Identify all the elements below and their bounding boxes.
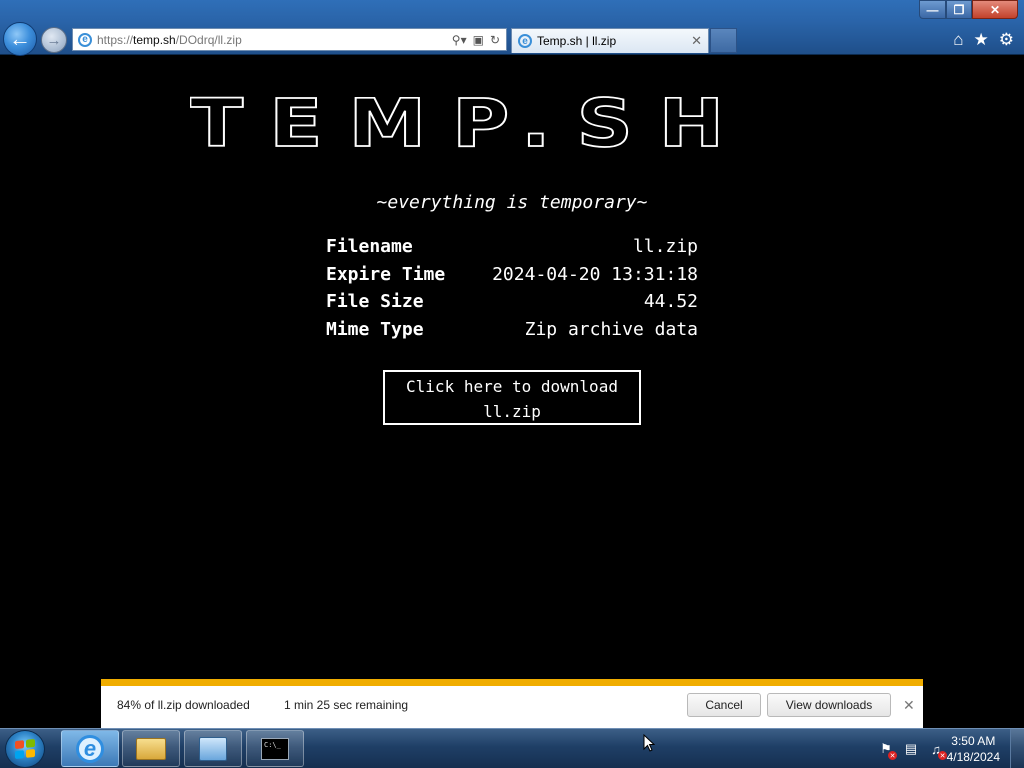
home-icon[interactable]: ⌂ — [953, 30, 963, 50]
star-icon[interactable]: ★ — [974, 30, 989, 50]
system-tray: ⚑ ✕ ▤ ♫ ✕ — [878, 741, 947, 760]
command-prompt-icon: C:\_ — [261, 737, 289, 760]
download-status: 84% of ll.zip downloaded — [117, 698, 250, 712]
info-key: Filename — [326, 236, 413, 258]
close-window-button[interactable]: ✕ — [972, 0, 1018, 19]
info-row-file-size: File Size 44.52 — [326, 288, 698, 316]
browser-chrome: ← → e https://temp.sh/DOdrq/ll.zip ⚲▾ ▣ … — [0, 0, 1024, 56]
internet-explorer-icon: e — [76, 734, 104, 763]
taskbar-control-panel[interactable] — [184, 730, 242, 767]
info-value: 44.52 — [643, 291, 698, 313]
taskbar-internet-explorer[interactable]: e — [61, 730, 119, 767]
taskbar-command-prompt[interactable]: C:\_ — [246, 730, 304, 767]
address-bar[interactable]: e https://temp.sh/DOdrq/ll.zip ⚲▾ ▣ ↻ — [72, 28, 507, 51]
url-path: /DOdrq/ll.zip — [175, 32, 242, 47]
volume-muted-icon[interactable]: ♫ ✕ — [928, 741, 947, 760]
maximize-button[interactable]: ❐ — [946, 0, 972, 19]
control-panel-icon — [199, 736, 227, 761]
minimize-button[interactable]: — — [919, 0, 946, 19]
clock-date: 4/18/2024 — [946, 750, 1000, 764]
info-row-filename: Filename ll.zip — [326, 233, 698, 261]
back-button[interactable]: ← — [3, 22, 37, 56]
info-key: Expire Time — [326, 263, 446, 285]
compatibility-view-icon[interactable]: ▣ — [473, 33, 484, 47]
network-icon[interactable]: ▤ — [903, 741, 919, 757]
minimize-icon: — — [926, 2, 939, 17]
taskbar: e C:\_ ⚑ ✕ ▤ ♫ ✕ 3:50 AM 4/18/2024 — [0, 728, 1024, 768]
info-key: File Size — [326, 291, 424, 313]
forward-arrow-icon: → — [46, 31, 62, 49]
start-button[interactable] — [5, 730, 45, 768]
new-tab-button[interactable] — [710, 28, 737, 53]
back-arrow-icon: ← — [9, 26, 31, 51]
download-link-line2: ll.zip — [483, 402, 541, 421]
page-content: TEMP.SH ~everything is temporary~ Filena… — [0, 56, 1024, 679]
folder-icon — [136, 737, 166, 760]
tab-close-icon[interactable]: ✕ — [691, 33, 708, 49]
close-icon: ✕ — [989, 2, 1001, 17]
info-value: 2024-04-20 13:31:18 — [492, 263, 698, 285]
taskbar-file-explorer[interactable] — [122, 730, 180, 767]
browser-toolbar: ⌂ ★ ⚙ — [953, 30, 1014, 50]
site-logo: TEMP.SH — [190, 94, 751, 154]
site-favicon-icon: e — [78, 32, 92, 47]
restore-icon: ❐ — [953, 2, 965, 17]
url-domain: temp.sh — [133, 32, 176, 47]
info-key: Mime Type — [326, 318, 424, 340]
download-notification-bar: 84% of ll.zip downloaded 1 min 25 sec re… — [101, 679, 923, 728]
download-link[interactable]: Click here to download ll.zip — [383, 370, 641, 425]
tab-favicon-icon: e — [518, 34, 532, 48]
refresh-icon[interactable]: ↻ — [490, 33, 500, 47]
info-value: ll.zip — [632, 236, 698, 258]
download-link-line1: Click here to download — [406, 377, 618, 396]
cancel-button[interactable]: Cancel — [687, 693, 761, 717]
tab-title: Temp.sh | ll.zip — [537, 34, 617, 48]
info-row-expire-time: Expire Time 2024-04-20 13:31:18 — [326, 261, 698, 289]
clock-time: 3:50 AM — [951, 734, 996, 748]
tab-temp-sh[interactable]: e Temp.sh | ll.zip ✕ — [511, 28, 709, 53]
download-time-remaining: 1 min 25 sec remaining — [284, 698, 409, 712]
file-info-table: Filename ll.zip Expire Time 2024-04-20 1… — [326, 233, 698, 343]
gear-icon[interactable]: ⚙ — [999, 30, 1014, 50]
mouse-cursor-icon — [643, 734, 655, 752]
error-badge-icon: ✕ — [888, 751, 897, 760]
window-controls: — ❐ ✕ — [919, 0, 1018, 19]
clock[interactable]: 3:50 AM 4/18/2024 — [947, 733, 1000, 765]
info-row-mime-type: Mime Type Zip archive data — [326, 316, 698, 344]
url-scheme: https:// — [97, 32, 134, 47]
view-downloads-button[interactable]: View downloads — [767, 693, 891, 717]
forward-button[interactable]: → — [41, 27, 67, 53]
action-center-icon[interactable]: ⚑ ✕ — [878, 741, 897, 760]
info-value: Zip archive data — [524, 318, 698, 340]
search-icon[interactable]: ⚲▾ — [452, 33, 467, 47]
tagline: ~everything is temporary~ — [376, 192, 648, 213]
show-desktop-button[interactable] — [1010, 729, 1024, 768]
windows-logo-icon — [15, 738, 35, 760]
address-bar-icons: ⚲▾ ▣ ↻ — [452, 33, 506, 47]
close-icon[interactable]: ✕ — [903, 697, 915, 714]
url-text[interactable]: https://temp.sh/DOdrq/ll.zip — [97, 33, 452, 47]
